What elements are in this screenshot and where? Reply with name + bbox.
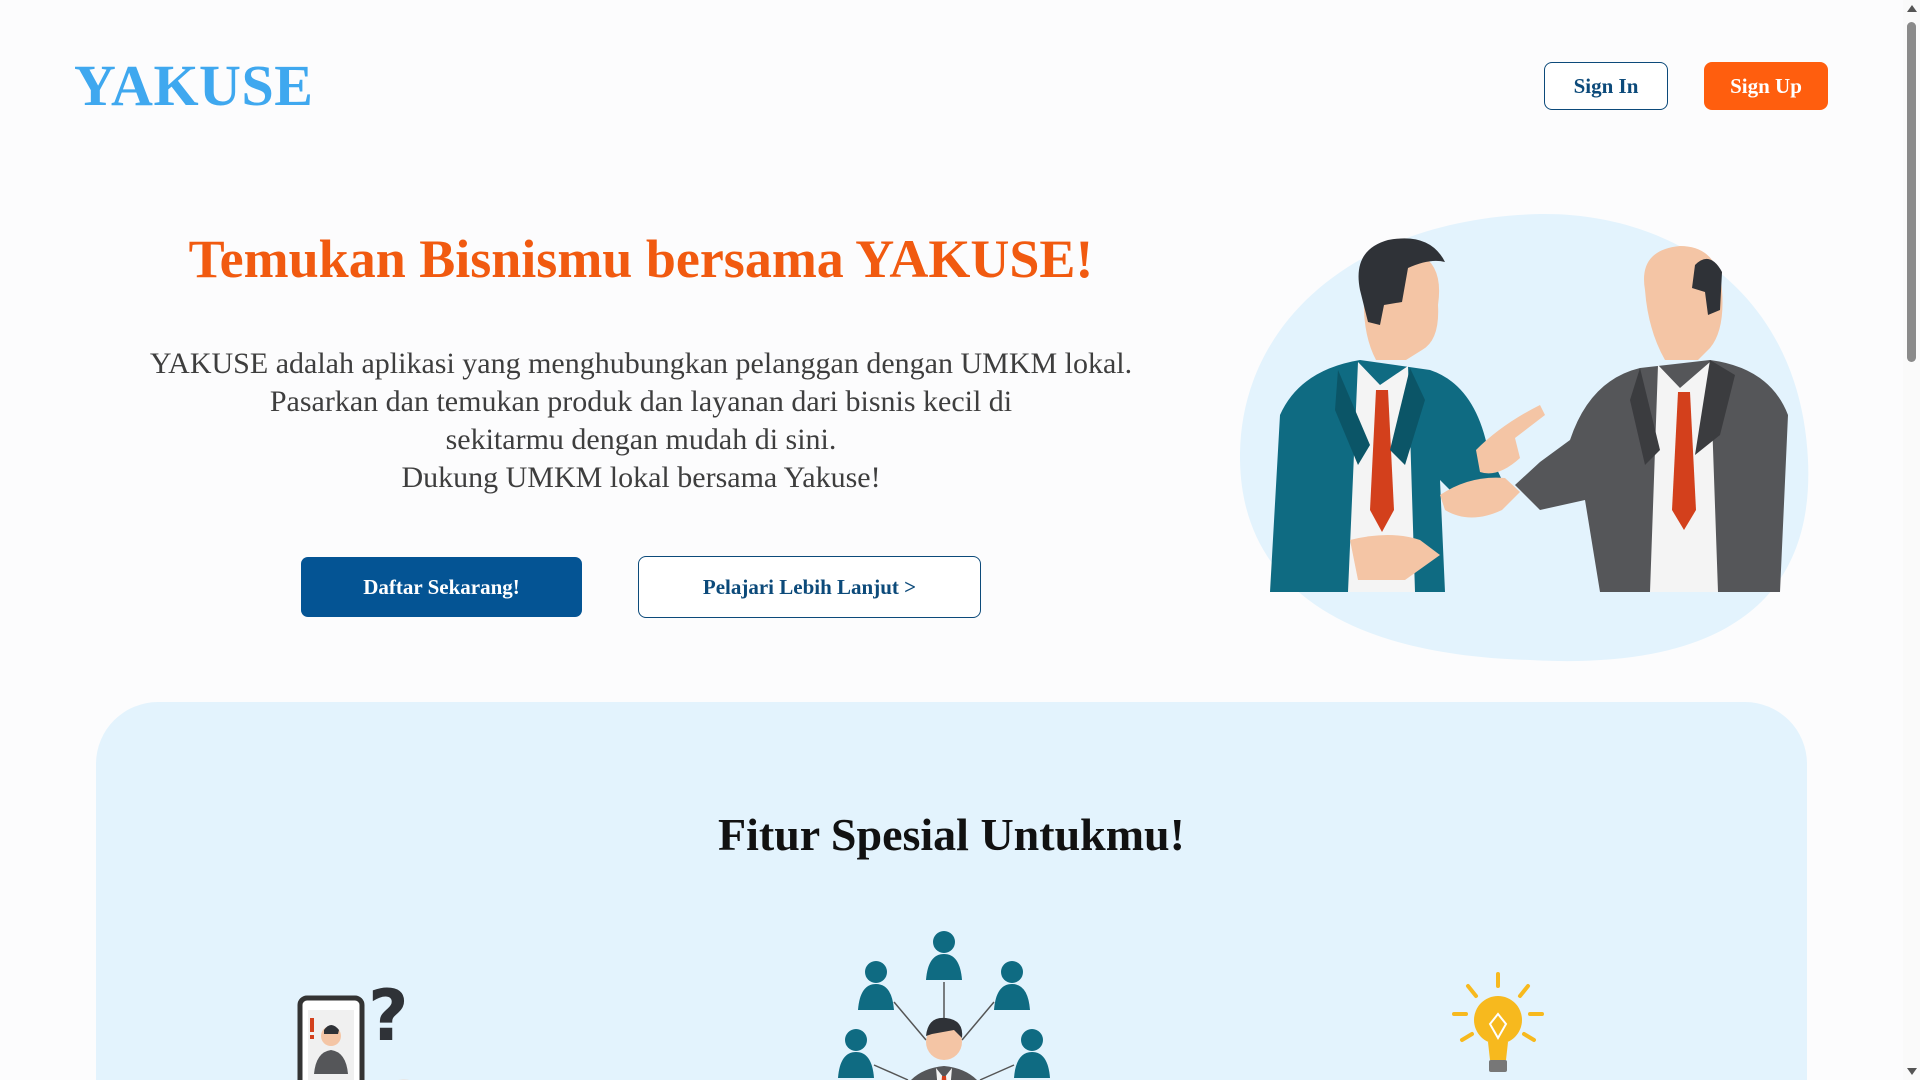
hero-title: Temukan Bisnismu bersama YAKUSE! [188, 229, 1094, 289]
vertical-scrollbar[interactable] [1903, 0, 1920, 1080]
scroll-up-arrow-icon[interactable] [1907, 5, 1917, 12]
sign-up-button[interactable]: Sign Up [1704, 62, 1828, 110]
hero-description-line2: Pasarkan dan temukan produk dan layanan … [269, 385, 1013, 456]
hero-description: YAKUSE adalah aplikasi yang menghubungka… [100, 345, 1182, 497]
sign-in-button[interactable]: Sign In [1544, 62, 1668, 110]
phone-question-icon: ? [297, 975, 410, 1080]
landing-page: YAKUSE Sign In Sign Up Temukan Bisnismu … [0, 0, 1920, 1080]
features-section: Fitur Spesial Untukmu! ? [96, 702, 1807, 1080]
logo[interactable]: YAKUSE [74, 52, 313, 119]
features-title: Fitur Spesial Untukmu! [718, 809, 1185, 860]
register-now-button[interactable]: Daftar Sekarang! [301, 557, 582, 617]
scroll-thumb[interactable] [1907, 22, 1916, 362]
svg-text:?: ? [368, 975, 409, 1057]
lightbulb-hand-icon [1452, 972, 1544, 1072]
scroll-down-arrow-icon[interactable] [1907, 1068, 1917, 1075]
hero-description-line3: Dukung UMKM lokal bersama Yakuse! [401, 461, 881, 494]
learn-more-button[interactable]: Pelajari Lebih Lanjut > [638, 556, 981, 618]
network-people-icon [838, 931, 1050, 1080]
businessmen-illustration [1240, 213, 1809, 661]
hero-description-line1: YAKUSE adalah aplikasi yang menghubungka… [149, 347, 1133, 380]
